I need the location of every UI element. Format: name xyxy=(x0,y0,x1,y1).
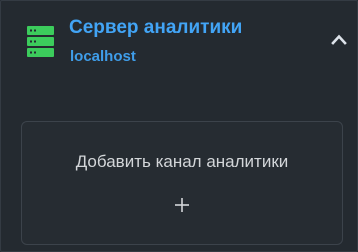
server-icon xyxy=(27,26,54,57)
add-analytics-channel-label: Добавить канал аналитики xyxy=(75,152,289,171)
chevron-up-icon[interactable] xyxy=(331,33,347,45)
plus-icon xyxy=(175,198,189,212)
add-analytics-channel-button[interactable]: Добавить канал аналитики xyxy=(21,121,343,245)
server-title: Сервер аналитики xyxy=(69,17,243,38)
server-header[interactable]: Сервер аналитики localhost xyxy=(0,0,358,84)
server-host: localhost xyxy=(70,48,136,65)
analytics-server-panel: Сервер аналитики localhost Добавить кана… xyxy=(0,0,358,252)
